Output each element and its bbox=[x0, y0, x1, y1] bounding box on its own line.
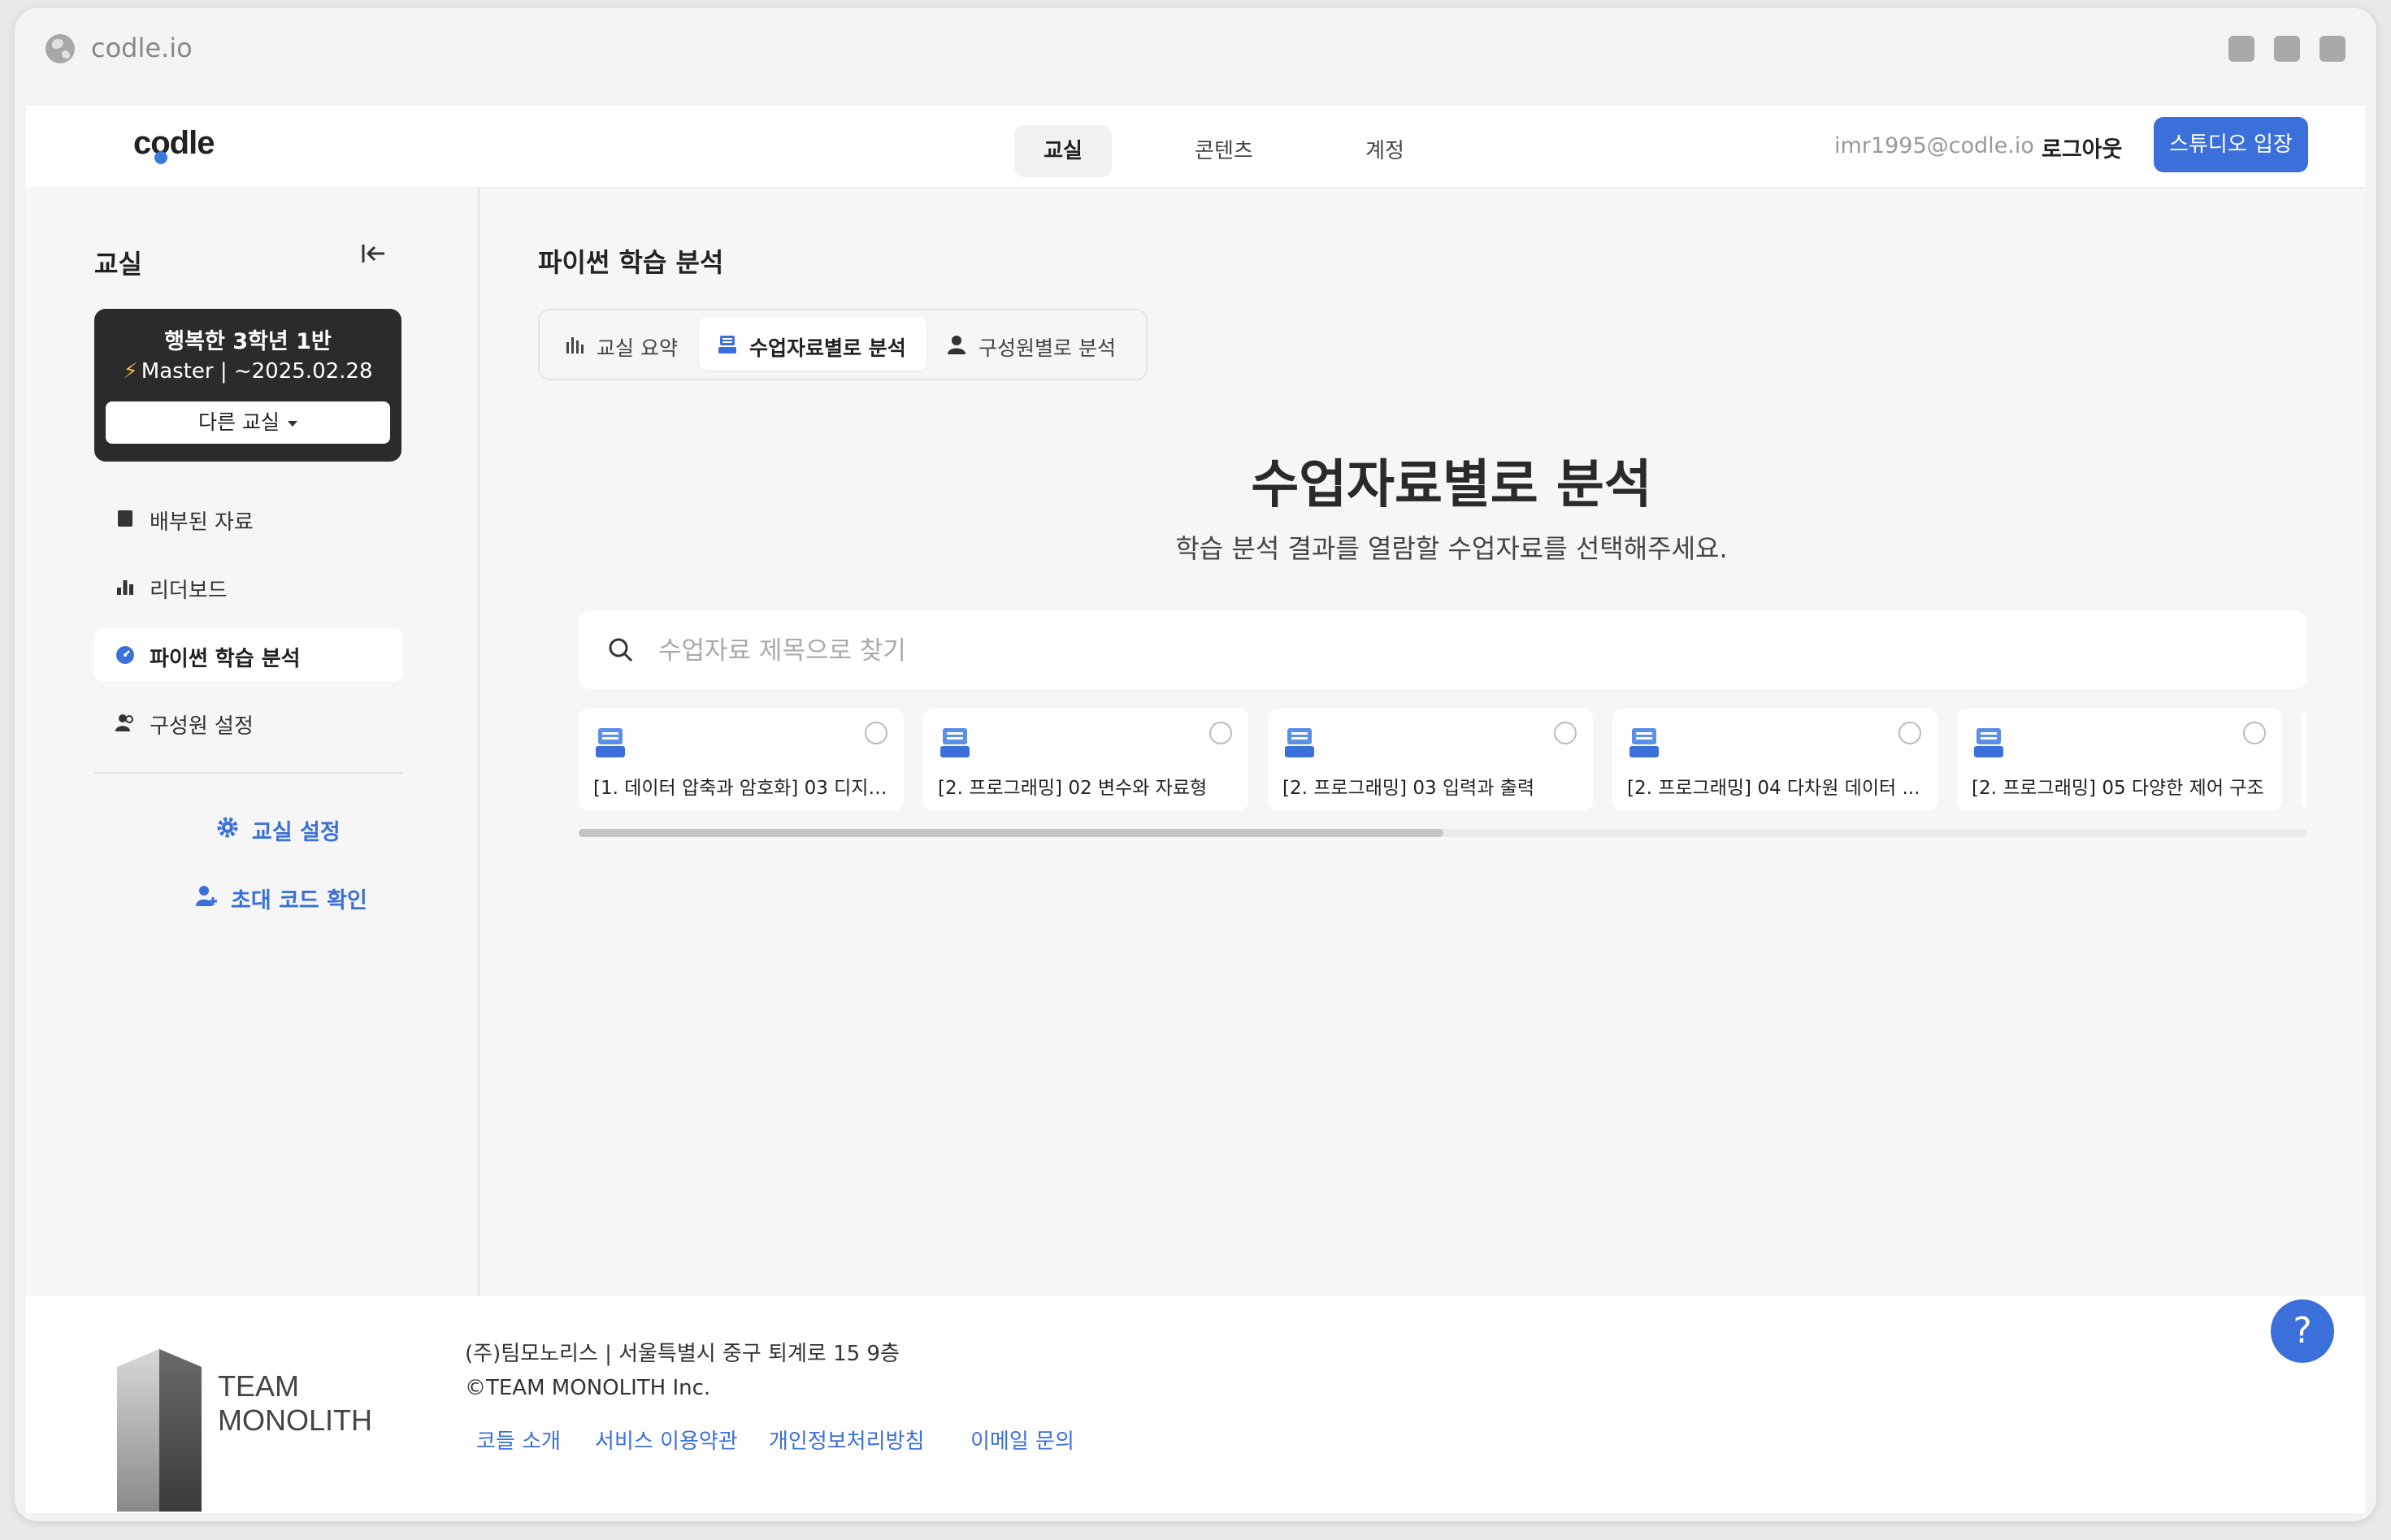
material-card[interactable]: [2. 프로그래밍] 05 다양한 제어 구조 bbox=[1957, 709, 2282, 811]
sidebar-title: 교실 bbox=[94, 249, 142, 280]
class-plan: ⚡ Master | ~2025.02.28 bbox=[123, 359, 373, 384]
classroom-settings-link[interactable]: 교실 설정 bbox=[217, 814, 341, 846]
book-icon bbox=[118, 510, 132, 527]
users-icon bbox=[115, 714, 133, 731]
horizontal-scrollbar[interactable] bbox=[579, 829, 2306, 837]
caret-down-icon bbox=[287, 420, 297, 427]
tab-class-summary[interactable]: 교실 요약 bbox=[546, 317, 705, 371]
logo-dot-icon bbox=[154, 151, 167, 164]
footer-link-email[interactable]: 이메일 문의 bbox=[970, 1425, 1074, 1455]
address-bar[interactable]: codle.io bbox=[91, 33, 193, 63]
section-subtitle: 학습 분석 결과를 열람할 수업자료를 선택해주세요. bbox=[1175, 533, 1728, 564]
gear-icon bbox=[217, 817, 238, 838]
page-title: 파이썬 학습 분석 bbox=[538, 247, 724, 278]
material-icon bbox=[718, 336, 736, 354]
company-address: (주)팀모노리스 | 서울특별시 중구 퇴계로 15 9층 bbox=[465, 1342, 900, 1366]
material-card[interactable]: [2. 프로그래밍] 04 다차원 데이터 ... bbox=[1612, 709, 1938, 811]
nav-tab-classroom[interactable]: 교실 bbox=[1014, 125, 1112, 177]
collapse-sidebar-icon[interactable] bbox=[359, 239, 388, 268]
search-input[interactable] bbox=[657, 626, 2269, 676]
select-radio[interactable] bbox=[865, 722, 887, 744]
footer-link-terms[interactable]: 서비스 이용약관 bbox=[595, 1425, 738, 1455]
maximize-button[interactable] bbox=[2274, 36, 2300, 62]
tab-by-material[interactable]: 수업자료별로 분석 bbox=[699, 317, 926, 371]
material-icon bbox=[596, 728, 625, 757]
scrollbar-thumb[interactable] bbox=[579, 829, 1443, 837]
material-card[interactable]: [2. 프로그래밍] 02 변수와 자료형 bbox=[923, 709, 1248, 811]
invite-code-link[interactable]: 초대 코드 확인 bbox=[196, 883, 367, 914]
material-icon bbox=[1285, 728, 1314, 757]
minimize-button[interactable] bbox=[2228, 36, 2254, 62]
material-card-list: [1. 데이터 압축과 암호화] 03 디지털... [2. 프로그래밍] 02… bbox=[579, 709, 2306, 813]
browser-window: codle.io codle 교실 콘텐츠 계정 imr1995@codle.i… bbox=[15, 8, 2376, 1521]
material-icon bbox=[1974, 728, 2003, 757]
analysis-tabs: 교실 요약 수업자료별로 분석 구성원별로 분석 bbox=[538, 309, 1148, 380]
globe-icon bbox=[46, 34, 75, 63]
close-button[interactable] bbox=[2319, 36, 2345, 62]
select-radio[interactable] bbox=[1209, 722, 1232, 744]
sidebar-item-leaderboard[interactable]: 리더보드 bbox=[94, 560, 403, 614]
app: codle 교실 콘텐츠 계정 imr1995@codle.io 로그아웃 스튜… bbox=[26, 106, 2365, 1513]
material-card[interactable]: [2. 프로그래밍] 03 입력과 출력 bbox=[1268, 709, 1593, 811]
gauge-icon bbox=[116, 646, 134, 664]
footer-link-privacy[interactable]: 개인정보처리방침 bbox=[769, 1425, 924, 1455]
help-button[interactable]: ? bbox=[2271, 1299, 2334, 1363]
select-radio[interactable] bbox=[1898, 722, 1921, 744]
copyright: ©TEAM MONOLITH Inc. bbox=[465, 1376, 711, 1400]
search-bar bbox=[579, 611, 2306, 689]
user-email: imr1995@codle.io bbox=[1834, 133, 2034, 158]
sidebar: 교실 행복한 3학년 1반 ⚡ Master | ~2025.02.28 다른 교… bbox=[26, 187, 480, 1296]
class-name: 행복한 3학년 1반 bbox=[164, 329, 332, 354]
tab-by-member[interactable]: 구성원별로 분석 bbox=[928, 317, 1141, 371]
team-monolith-wordmark: TEAM MONOLITH bbox=[218, 1369, 373, 1437]
footer-link-about[interactable]: 코들 소개 bbox=[476, 1425, 561, 1455]
sidebar-item-distributed[interactable]: 배부된 자료 bbox=[94, 492, 403, 545]
sidebar-item-members[interactable]: 구성원 설정 bbox=[94, 696, 403, 749]
nav-tab-account[interactable]: 계정 bbox=[1336, 125, 1434, 177]
material-card[interactable]: [1. 데이터 압축과 암호화] 03 디지털... bbox=[579, 709, 904, 811]
search-icon bbox=[609, 638, 633, 662]
material-icon bbox=[940, 728, 970, 757]
add-user-icon bbox=[196, 886, 217, 906]
logout-button[interactable]: 로그아웃 bbox=[2042, 132, 2122, 163]
bar-chart-icon bbox=[566, 337, 584, 354]
section-heading: 수업자료별로 분석 bbox=[1251, 455, 1652, 515]
monolith-logo-icon bbox=[117, 1349, 202, 1512]
sidebar-divider bbox=[94, 772, 403, 774]
select-radio[interactable] bbox=[2243, 722, 2266, 744]
material-card-partial[interactable] bbox=[2302, 709, 2306, 811]
class-card: 행복한 3학년 1반 ⚡ Master | ~2025.02.28 다른 교실 bbox=[94, 309, 401, 462]
studio-enter-button[interactable]: 스튜디오 입장 bbox=[2154, 117, 2308, 172]
other-class-dropdown[interactable]: 다른 교실 bbox=[106, 401, 390, 444]
codle-logo[interactable]: codle bbox=[133, 125, 215, 162]
select-radio[interactable] bbox=[1554, 722, 1577, 744]
footer: TEAM MONOLITH (주)팀모노리스 | 서울특별시 중구 퇴계로 15 … bbox=[26, 1296, 2365, 1513]
top-header: codle 교실 콘텐츠 계정 imr1995@codle.io 로그아웃 스튜… bbox=[26, 106, 2365, 188]
bar-chart-icon bbox=[117, 580, 133, 595]
sidebar-item-python-analysis[interactable]: 파이썬 학습 분석 bbox=[94, 628, 403, 682]
user-icon bbox=[948, 336, 966, 354]
browser-bar: codle.io bbox=[15, 8, 2376, 98]
nav-tab-contents[interactable]: 콘텐츠 bbox=[1175, 125, 1273, 177]
material-icon bbox=[1629, 728, 1659, 757]
bolt-icon: ⚡ bbox=[123, 359, 138, 384]
